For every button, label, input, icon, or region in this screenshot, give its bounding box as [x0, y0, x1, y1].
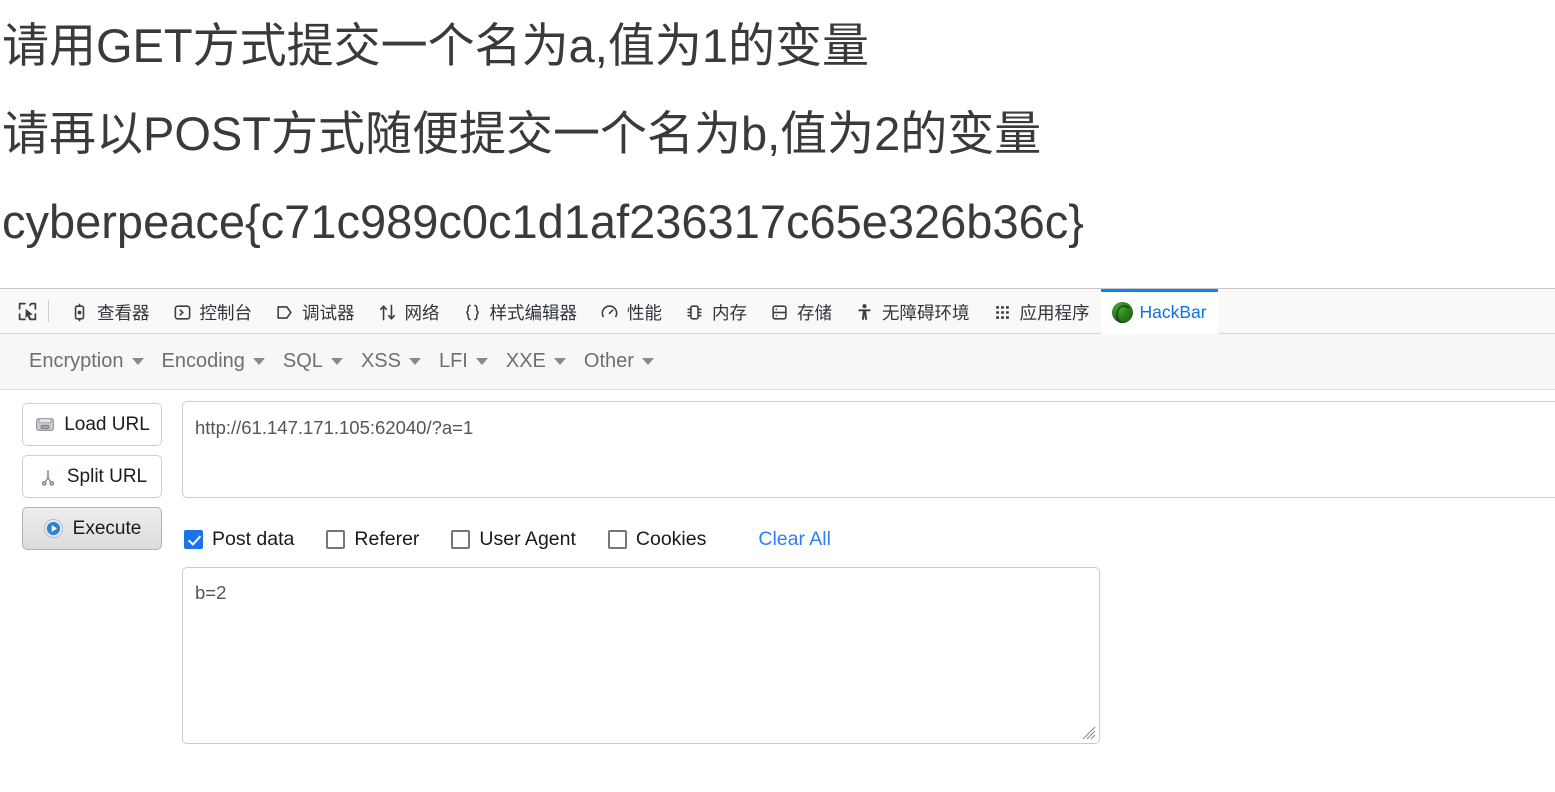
devtools-tab-label: 内存	[712, 303, 747, 323]
chevron-down-icon	[252, 358, 265, 365]
devtools-tab-label: 控制台	[199, 303, 253, 323]
hackbar-action-buttons: Load URL Split URL Execute	[22, 403, 162, 559]
devtools-tab-label: 网络	[404, 303, 440, 323]
post-data-input[interactable]	[182, 567, 1100, 744]
devtools-tab-application[interactable]: 应用程序	[981, 289, 1101, 334]
hackbar-menu-label: XXE	[505, 350, 546, 372]
network-icon	[377, 302, 398, 323]
play-circle-icon	[43, 518, 65, 539]
hackbar-menu-label: XSS	[360, 350, 401, 372]
hackbar-menu-xxe[interactable]: XXE	[500, 347, 578, 376]
disk-drive-icon	[34, 415, 56, 435]
style-editor-icon	[462, 302, 483, 323]
devtools-tab-label: 存储	[797, 303, 832, 323]
devtools-tab-storage[interactable]: 存储	[758, 289, 843, 334]
hackbar-menu-xss[interactable]: XSS	[355, 347, 433, 376]
devtools-tab-inspector[interactable]: 查看器	[58, 289, 161, 334]
toolbar-divider	[48, 300, 49, 322]
devtools-tab-console[interactable]: 控制台	[161, 289, 264, 334]
url-input[interactable]	[182, 401, 1555, 498]
element-picker-icon[interactable]	[10, 294, 44, 328]
hackbar-menubar: Encryption Encoding SQL XSS LFI XXE Othe…	[0, 334, 1555, 390]
hackbar-menu-label: SQL	[282, 350, 323, 372]
devtools-tab-hackbar[interactable]: HackBar	[1100, 288, 1218, 334]
inspector-icon	[69, 302, 90, 323]
hackbar-options-row: Post data Referer User Agent Cookies Cle…	[184, 524, 831, 554]
hackbar-menu-label: LFI	[438, 350, 468, 372]
load-url-button[interactable]: Load URL	[22, 403, 162, 446]
load-url-label: Load URL	[64, 413, 150, 435]
devtools-toolbar: 查看器 控制台 调试器 网络 样式编辑器 性能 内存 存储 无障碍环境 应用程序…	[0, 288, 1555, 334]
hackbar-menu-label: Other	[583, 350, 634, 372]
chevron-down-icon	[131, 358, 144, 365]
hackbar-menu-encryption[interactable]: Encryption	[23, 347, 156, 376]
devtools-tab-label: 样式编辑器	[489, 303, 578, 323]
chevron-down-icon	[553, 358, 566, 365]
page-text-line-1: 请用GET方式提交一个名为a,值为1的变量	[2, 19, 869, 72]
referer-checkbox[interactable]	[326, 529, 346, 549]
hackbar-menu-label: Encoding	[161, 350, 245, 372]
cookies-option[interactable]: Cookies	[607, 527, 707, 551]
hackbar-menu-encoding[interactable]: Encoding	[156, 347, 277, 376]
memory-icon	[684, 302, 705, 323]
hackbar-menu-other[interactable]: Other	[578, 347, 666, 376]
execute-button[interactable]: Execute	[22, 507, 162, 550]
referer-option[interactable]: Referer	[326, 528, 419, 551]
storage-icon	[769, 302, 790, 323]
hackbar-menu-sql[interactable]: SQL	[277, 347, 355, 376]
user-agent-checkbox[interactable]	[451, 529, 471, 549]
chevron-down-icon	[330, 358, 343, 365]
cookies-label: Cookies	[635, 527, 707, 550]
execute-label: Execute	[72, 517, 142, 539]
devtools-tab-memory[interactable]: 内存	[673, 289, 758, 334]
devtools-tab-style-editor[interactable]: 样式编辑器	[451, 289, 589, 334]
devtools-tab-label: HackBar	[1139, 302, 1207, 322]
hackbar-menu-label: Encryption	[29, 350, 124, 372]
hackbar-panel: Load URL Split URL Execute http://61.147…	[0, 391, 1555, 792]
scissors-icon	[37, 467, 59, 487]
devtools-tab-performance[interactable]: 性能	[588, 289, 673, 334]
devtools-tab-label: 查看器	[97, 303, 150, 323]
clear-all-link[interactable]: Clear All	[758, 528, 831, 551]
performance-icon	[599, 302, 620, 323]
split-url-button[interactable]: Split URL	[22, 455, 162, 498]
post-data-option[interactable]: Post data	[184, 528, 294, 551]
cookies-checkbox[interactable]	[607, 529, 627, 549]
user-agent-option[interactable]: User Agent	[451, 527, 576, 551]
hackbar-globe-icon	[1111, 302, 1133, 323]
accessibility-icon	[854, 302, 875, 323]
referer-label: Referer	[354, 527, 420, 550]
rendered-page-content: 请用GET方式提交一个名为a,值为1的变量 请再以POST方式随便提交一个名为b…	[0, 0, 1555, 288]
devtools-tab-label: 应用程序	[1019, 303, 1090, 323]
devtools-tab-label: 调试器	[302, 303, 355, 323]
devtools-tab-label: 性能	[627, 303, 662, 323]
page-text-flag: cyberpeace{c71c989c0c1d1af236317c65e326b…	[2, 195, 1084, 248]
chevron-down-icon	[641, 358, 654, 365]
chevron-down-icon	[408, 358, 421, 365]
console-icon	[172, 302, 193, 323]
devtools-tab-network[interactable]: 网络	[366, 289, 451, 334]
page-text-line-2: 请再以POST方式随便提交一个名为b,值为2的变量	[2, 107, 1042, 160]
user-agent-label: User Agent	[479, 527, 576, 550]
post-data-label: Post data	[212, 527, 295, 550]
devtools-tab-accessibility[interactable]: 无障碍环境	[843, 289, 981, 334]
chevron-down-icon	[475, 358, 488, 365]
devtools-tab-label: 无障碍环境	[882, 303, 970, 323]
hackbar-menu-lfi[interactable]: LFI	[433, 347, 500, 376]
split-url-label: Split URL	[66, 465, 148, 487]
debugger-icon	[274, 302, 295, 323]
post-data-checkbox[interactable]	[184, 529, 203, 549]
devtools-tab-debugger[interactable]: 调试器	[263, 289, 366, 334]
post-data-container	[182, 567, 1100, 744]
application-icon	[992, 302, 1013, 323]
